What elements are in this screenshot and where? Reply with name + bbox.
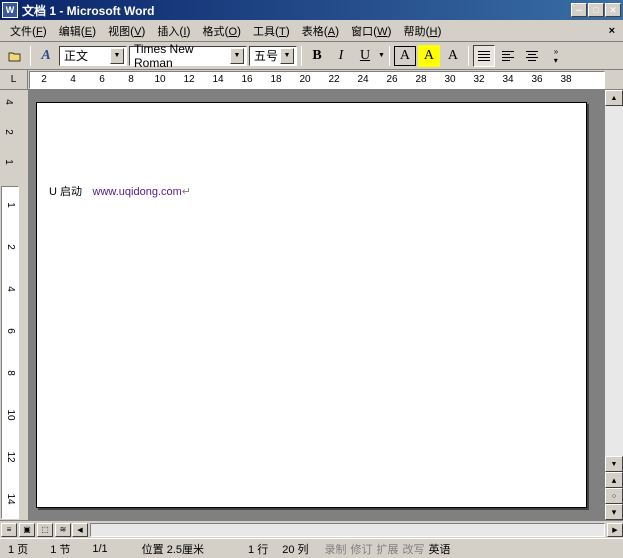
menu-file[interactable]: 文件(F) — [4, 21, 53, 41]
prev-page-button[interactable]: ▴ — [605, 472, 623, 488]
url-text: www.uqidong.com — [93, 186, 182, 198]
scroll-up-button[interactable]: ▲ — [605, 90, 623, 106]
scroll-right-button[interactable]: ▶ — [607, 523, 623, 537]
menu-help[interactable]: 帮助(H) — [398, 21, 448, 41]
scroll-down-button[interactable]: ▼ — [605, 456, 623, 472]
scroll-track[interactable] — [605, 106, 623, 456]
menu-format[interactable]: 格式(O) — [196, 21, 247, 41]
maximize-button[interactable]: □ — [588, 3, 604, 17]
status-ovr[interactable]: 改写 — [403, 541, 425, 557]
browse-object-button[interactable]: ○ — [605, 488, 623, 504]
align-center-button[interactable] — [521, 45, 543, 67]
workspace: 421 12468101214 U 启动 www.uqidong.com↵ ▲ … — [0, 90, 623, 520]
formatting-toolbar: A 正文 ▼ Times New Roman ▼ 五号 ▼ B I U ▼ A … — [0, 42, 623, 70]
horizontal-scroll-track[interactable] — [90, 523, 605, 537]
size-dropdown[interactable]: 五号 ▼ — [249, 46, 297, 66]
status-section: 1 节 — [50, 541, 70, 557]
app-icon[interactable]: W — [2, 2, 18, 18]
font-value: Times New Roman — [132, 42, 230, 70]
menu-window[interactable]: 窗口(W) — [345, 21, 397, 41]
window-title: 文档 1 - Microsoft Word — [22, 2, 571, 19]
statusbar: 1 页 1 节 1/1 位置 2.5厘米 1 行 20 列 录制 修订 扩展 改… — [0, 538, 623, 558]
chevron-down-icon[interactable]: ▼ — [230, 48, 244, 64]
print-view-button[interactable]: ⬚ — [37, 523, 53, 537]
scroll-left-button[interactable]: ◀ — [72, 523, 88, 537]
char-border-button[interactable]: A — [394, 46, 416, 66]
status-line: 1 行 — [248, 541, 268, 557]
font-dropdown[interactable]: Times New Roman ▼ — [129, 46, 247, 66]
menu-table[interactable]: 表格(A) — [296, 21, 345, 41]
chevron-down-icon[interactable]: ▼ — [280, 48, 294, 64]
chevron-down-icon[interactable]: ▼ — [378, 52, 385, 59]
font-color-button[interactable]: A — [442, 45, 464, 67]
text-run: U 启动 — [49, 186, 82, 198]
document-page[interactable]: U 启动 www.uqidong.com↵ — [36, 102, 587, 508]
minimize-button[interactable]: ─ — [571, 3, 587, 17]
open-button[interactable] — [4, 45, 26, 67]
horizontal-ruler-row: L 2468101214161820222426283032343638 — [0, 70, 623, 90]
horizontal-ruler[interactable]: 2468101214161820222426283032343638 — [29, 71, 605, 89]
status-rec[interactable]: 录制 — [325, 541, 347, 557]
size-value: 五号 — [252, 47, 280, 64]
style-dropdown[interactable]: 正文 ▼ — [59, 46, 127, 66]
chevron-down-icon[interactable]: ▼ — [110, 48, 124, 64]
status-pages: 1/1 — [92, 543, 107, 555]
status-rev[interactable]: 修订 — [351, 541, 373, 557]
toolbar-overflow-button[interactable]: »▾ — [545, 45, 567, 67]
vertical-scrollbar[interactable]: ▲ ▼ ▴ ○ ▾ — [605, 90, 623, 520]
italic-button[interactable]: I — [330, 45, 352, 67]
vertical-ruler-margin: 421 — [0, 90, 18, 185]
document-body[interactable]: U 启动 www.uqidong.com↵ — [49, 183, 574, 200]
style-value: 正文 — [62, 47, 110, 64]
menu-view[interactable]: 视图(V) — [102, 21, 151, 41]
underline-button[interactable]: U — [354, 45, 376, 67]
menubar: 文件(F) 编辑(E) 视图(V) 插入(I) 格式(O) 工具(T) 表格(A… — [0, 20, 623, 42]
paragraph-mark-icon: ↵ — [182, 186, 191, 198]
menu-insert[interactable]: 插入(I) — [151, 21, 196, 41]
styles-icon[interactable]: A — [35, 45, 57, 67]
next-page-button[interactable]: ▾ — [605, 504, 623, 520]
vertical-ruler[interactable]: 12468101214 — [1, 186, 19, 519]
char-shading-button[interactable]: A — [418, 45, 440, 67]
align-left-button[interactable] — [497, 45, 519, 67]
outline-view-button[interactable]: ≋ — [55, 523, 71, 537]
close-button[interactable]: ✕ — [605, 3, 621, 17]
status-col: 20 列 — [282, 541, 308, 557]
status-ext[interactable]: 扩展 — [377, 541, 399, 557]
ruler-corner[interactable]: L — [0, 70, 28, 89]
view-strip: ≡ ▣ ⬚ ≋ ◀ ▶ — [0, 520, 623, 538]
doc-close-button[interactable]: × — [605, 25, 619, 37]
status-page: 1 页 — [8, 541, 28, 557]
menu-tools[interactable]: 工具(T) — [247, 21, 296, 41]
web-view-button[interactable]: ▣ — [19, 523, 35, 537]
titlebar: W 文档 1 - Microsoft Word ─ □ ✕ — [0, 0, 623, 20]
normal-view-button[interactable]: ≡ — [1, 523, 17, 537]
status-lang[interactable]: 英语 — [429, 541, 451, 557]
menu-edit[interactable]: 编辑(E) — [53, 21, 102, 41]
bold-button[interactable]: B — [306, 45, 328, 67]
status-position: 位置 2.5厘米 — [142, 541, 204, 557]
align-justify-button[interactable] — [473, 45, 495, 67]
